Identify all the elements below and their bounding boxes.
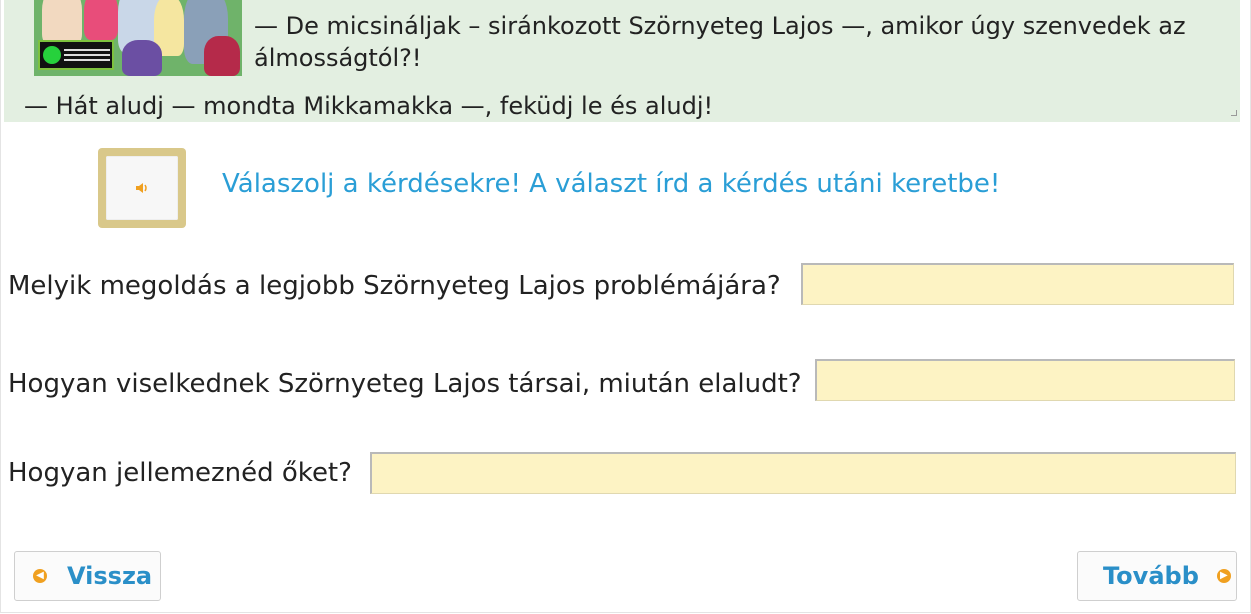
badge-logo [38, 40, 114, 70]
question-1-label: Melyik megoldás a legjobb Szörnyeteg Laj… [8, 271, 781, 301]
story-text-line-2: álmosságtól?! [254, 44, 422, 72]
answer-1-input[interactable] [801, 263, 1234, 305]
story-text-line-1: — De micsináljak – siránkozott Szörnyete… [254, 12, 1186, 40]
next-button[interactable]: Tovább ▶ [1077, 551, 1237, 601]
story-text-line-3: — Hát aludj — mondta Mikkamakka —, feküd… [24, 92, 714, 120]
back-button[interactable]: ◀ Vissza [14, 551, 161, 601]
answer-2-input[interactable] [815, 359, 1235, 401]
back-button-label: Vissza [67, 562, 153, 590]
question-2-label: Hogyan viselkednek Szörnyeteg Lajos társ… [8, 369, 802, 399]
resize-handle[interactable] [1231, 110, 1237, 116]
illustration-thumbnail [34, 0, 242, 76]
instruction-text: Válaszolj a kérdésekre! A választ írd a … [222, 169, 1001, 199]
question-3-label: Hogyan jellemeznéd őket? [8, 458, 352, 488]
answer-3-input[interactable] [370, 452, 1236, 494]
audio-play-button[interactable] [98, 148, 186, 228]
next-button-label: Tovább [1103, 562, 1199, 590]
arrow-left-icon: ◀ [33, 569, 47, 583]
speaker-icon [135, 179, 149, 198]
arrow-right-icon: ▶ [1216, 569, 1231, 583]
story-panel: — De micsináljak – siránkozott Szörnyete… [4, 0, 1240, 122]
